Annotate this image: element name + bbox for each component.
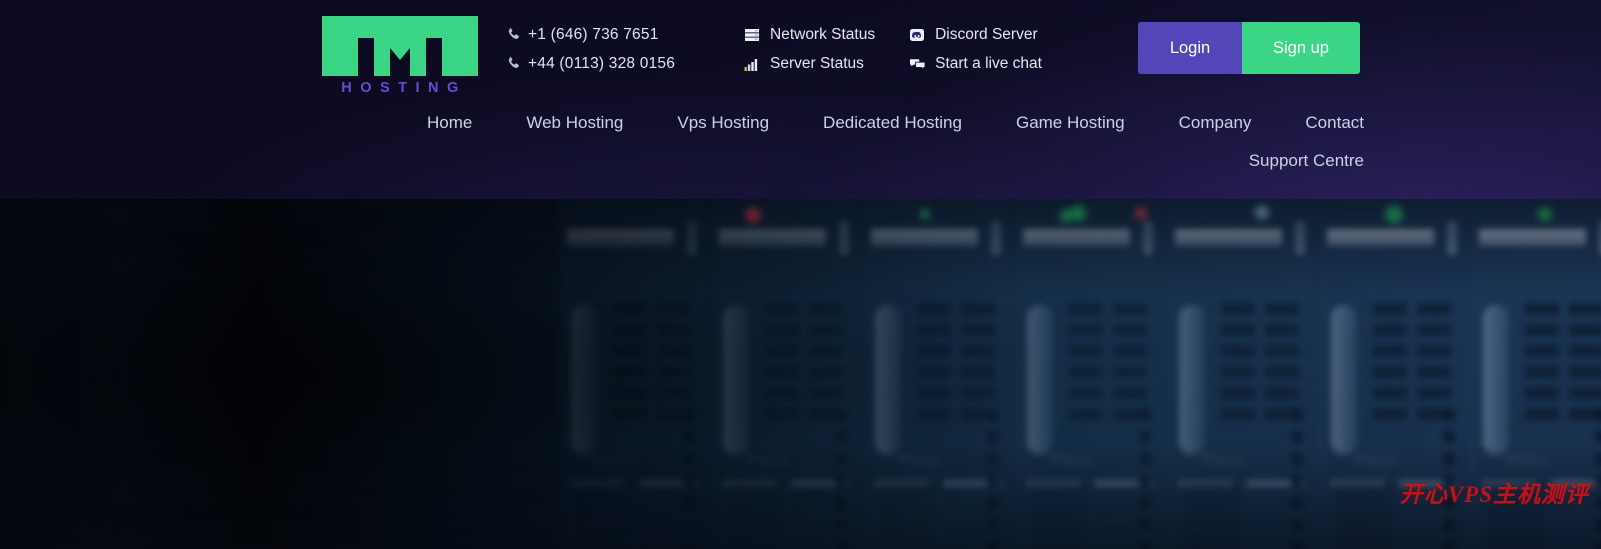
discord-icon	[909, 27, 935, 43]
phone-numbers: +1 (646) 736 7651 +44 (0113) 328 0156	[506, 20, 675, 78]
nav-item-dedicated-hosting[interactable]: Dedicated Hosting	[796, 104, 989, 142]
phone-row[interactable]: +1 (646) 736 7651	[506, 20, 675, 49]
phone-icon	[506, 26, 528, 44]
signal-bars-icon	[744, 56, 770, 72]
status-column-right: Discord Server Start a live chat	[909, 20, 1042, 78]
nav-item-company[interactable]: Company	[1152, 104, 1279, 142]
nav-item-home[interactable]: Home	[400, 104, 499, 142]
phone-number-text: +1 (646) 736 7651	[528, 26, 659, 44]
server-stack-icon	[744, 27, 770, 43]
link-start-live-chat[interactable]: Start a live chat	[909, 49, 1042, 78]
header-top-bar: HOSTING +1 (646) 736 7651 +44 (0113) 328…	[0, 0, 1601, 100]
status-link-label: Server Status	[770, 55, 864, 73]
status-link-label: Discord Server	[935, 26, 1038, 44]
status-link-label: Network Status	[770, 26, 875, 44]
watermark-text: 开心VPS主机测评	[1400, 475, 1589, 509]
nav-item-game-hosting[interactable]: Game Hosting	[989, 104, 1152, 142]
site-header: HOSTING +1 (646) 736 7651 +44 (0113) 328…	[0, 0, 1601, 199]
login-button[interactable]: Login	[1138, 22, 1242, 74]
hero-section: PULLPULLPULLPULLPULLPULLPULL 开心VPS主机测评 B…	[0, 199, 1601, 549]
nav-item-vps-hosting[interactable]: Vps Hosting	[650, 104, 796, 142]
nav-item-web-hosting[interactable]: Web Hosting	[499, 104, 650, 142]
link-discord-server[interactable]: Discord Server	[909, 20, 1042, 49]
logo-wordmark: HOSTING	[322, 80, 478, 96]
status-links: Network Status Server Status	[744, 20, 1042, 78]
page-root: HOSTING +1 (646) 736 7651 +44 (0113) 328…	[0, 0, 1601, 549]
main-navigation: Home Web Hosting Vps Hosting Dedicated H…	[0, 104, 1601, 180]
link-network-status[interactable]: Network Status	[744, 20, 875, 49]
logo-mark-tmt-icon	[322, 16, 478, 76]
hero-background-image: PULLPULLPULLPULLPULLPULLPULL	[0, 199, 1601, 549]
phone-icon	[506, 55, 528, 73]
status-column-left: Network Status Server Status	[744, 20, 875, 78]
nav-item-contact[interactable]: Contact	[1278, 104, 1391, 142]
nav-item-support-centre[interactable]: Support Centre	[1222, 142, 1391, 180]
phone-number-text: +44 (0113) 328 0156	[528, 55, 675, 73]
phone-row[interactable]: +44 (0113) 328 0156	[506, 49, 675, 78]
signup-button[interactable]: Sign up	[1242, 22, 1360, 74]
status-link-label: Start a live chat	[935, 55, 1042, 73]
chat-bubbles-icon	[909, 56, 935, 72]
link-server-status[interactable]: Server Status	[744, 49, 875, 78]
site-logo[interactable]: HOSTING	[322, 16, 478, 96]
auth-buttons: Login Sign up	[1138, 22, 1360, 74]
hero-vignette-overlay	[0, 199, 1601, 549]
